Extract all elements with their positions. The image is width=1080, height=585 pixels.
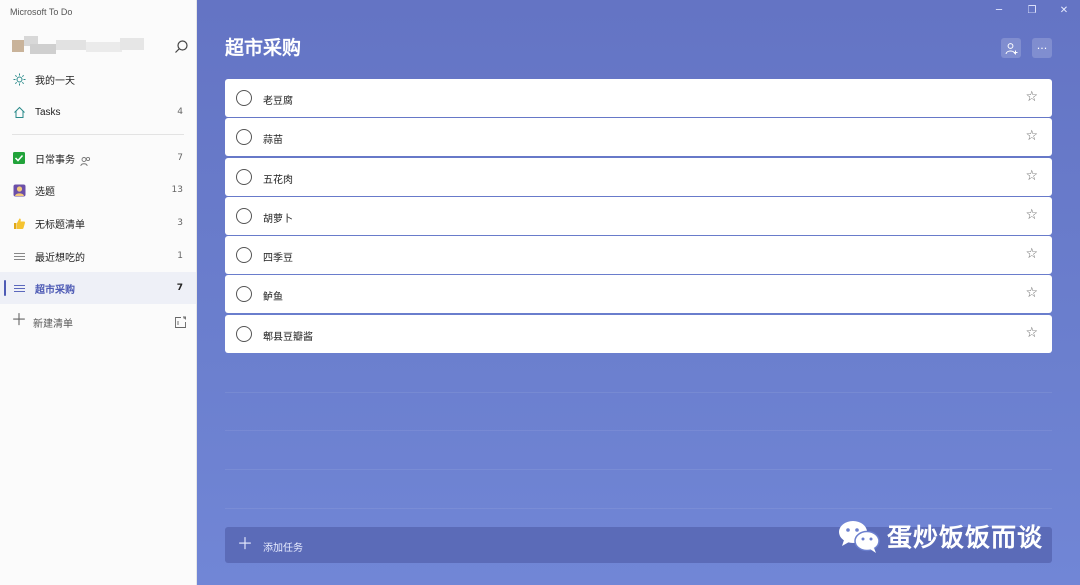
sidebar-item-label: 日常事务	[35, 154, 75, 166]
complete-checkbox[interactable]	[236, 325, 252, 342]
complete-checkbox[interactable]	[236, 90, 252, 106]
task-row[interactable]: 鲈鱼 ☆	[225, 275, 1052, 314]
add-task-input[interactable]: ＋ 添加任务	[225, 527, 1052, 563]
plus-icon: ＋	[11, 310, 28, 329]
active-indicator	[4, 280, 6, 296]
task-row[interactable]: 蒜苗 ☆	[225, 118, 1052, 157]
home-icon	[12, 105, 26, 119]
list-title[interactable]: 超市采购	[225, 33, 301, 60]
minimize-button[interactable]: ─	[992, 4, 1006, 18]
ruled-line	[225, 392, 1052, 393]
sidebar-item-label: 超市采购	[35, 284, 75, 296]
sidebar-item-count: 1	[177, 251, 183, 261]
person-emoji-icon	[12, 183, 26, 197]
task-title: 老豆腐	[263, 96, 293, 107]
task-title: 四季豆	[263, 253, 293, 265]
star-icon[interactable]: ☆	[1025, 207, 1038, 223]
sidebar-divider	[12, 134, 184, 135]
sidebar-item-count: 7	[177, 153, 183, 163]
shared-people-icon	[80, 152, 91, 171]
plus-icon: ＋	[237, 534, 254, 553]
task-row[interactable]: 四季豆 ☆	[225, 236, 1052, 275]
task-title: 蒜苗	[263, 135, 283, 147]
thumbs-up-icon	[12, 216, 26, 230]
new-group-icon	[175, 316, 186, 328]
star-icon[interactable]: ☆	[1025, 325, 1038, 341]
task-title: 鲈鱼	[263, 292, 283, 304]
task-list: 老豆腐 ☆ 蒜苗 ☆ 五花肉 ☆ 胡萝卜 ☆ 四季豆 ☆ 鲈鱼 ☆ 郫县豆瓣酱 …	[225, 79, 1052, 354]
sidebar-item-count: 13	[171, 185, 183, 195]
more-options-button[interactable]: ···	[1032, 38, 1052, 58]
add-task-placeholder: 添加任务	[263, 543, 303, 554]
sidebar-item-label: Tasks	[35, 106, 61, 118]
sidebar-item-recent-foods[interactable]: 最近想吃的 1	[0, 240, 196, 272]
sidebar-item-label: 无标题清单	[35, 219, 85, 231]
sidebar-item-label: 我的一天	[35, 75, 75, 87]
add-person-icon	[1005, 42, 1017, 54]
task-row[interactable]: 五花肉 ☆	[225, 157, 1052, 196]
app-title: Microsoft To Do	[10, 7, 73, 17]
task-row[interactable]: 老豆腐 ☆	[225, 79, 1052, 117]
sidebar-item-tasks[interactable]: Tasks 4	[0, 96, 196, 128]
sun-icon	[12, 72, 26, 86]
new-list-button[interactable]: ＋ 新建清单	[0, 306, 196, 336]
search-icon	[175, 40, 188, 53]
sidebar-item-topics[interactable]: 选题 13	[0, 174, 196, 206]
complete-checkbox[interactable]	[236, 207, 252, 224]
list-lines-icon	[12, 249, 26, 263]
ruled-line	[225, 469, 1052, 470]
complete-checkbox[interactable]	[236, 129, 252, 146]
ruled-line	[225, 430, 1052, 431]
search-button[interactable]	[172, 38, 190, 56]
account-avatar[interactable]	[8, 34, 148, 58]
star-icon[interactable]: ☆	[1025, 246, 1038, 262]
more-icon: ···	[1036, 41, 1048, 55]
close-button[interactable]: ✕	[1057, 4, 1071, 18]
complete-checkbox[interactable]	[236, 286, 252, 303]
main-pane: ─ ❐ ✕ 超市采购 ··· 老豆腐 ☆ 蒜苗 ☆ 五花肉 ☆ 胡萝卜 ☆ 四季…	[197, 0, 1080, 585]
check-box-icon	[12, 151, 26, 165]
task-title: 五花肉	[263, 174, 293, 186]
sidebar-item-label: 选题	[35, 186, 55, 198]
task-title: 郫县豆瓣酱	[263, 331, 313, 343]
new-group-button[interactable]	[174, 314, 187, 328]
list-lines-icon	[12, 281, 26, 295]
complete-checkbox[interactable]	[236, 247, 252, 264]
sidebar: Microsoft To Do 我的一天 Tasks 4 日常事务 7 选题 1…	[0, 0, 197, 585]
task-title: 胡萝卜	[263, 213, 293, 225]
star-icon[interactable]: ☆	[1025, 285, 1038, 301]
sidebar-item-count: 7	[176, 283, 183, 293]
sidebar-item-untitled-list[interactable]: 无标题清单 3	[0, 207, 196, 239]
share-list-button[interactable]	[1001, 38, 1021, 58]
star-icon[interactable]: ☆	[1025, 89, 1038, 105]
sidebar-item-my-day[interactable]: 我的一天	[0, 63, 196, 95]
star-icon[interactable]: ☆	[1025, 168, 1038, 184]
ruled-line	[225, 508, 1052, 509]
restore-button[interactable]: ❐	[1025, 4, 1039, 18]
complete-checkbox[interactable]	[236, 168, 252, 185]
sidebar-item-supermarket[interactable]: 超市采购 7	[0, 272, 196, 304]
sidebar-item-count: 3	[177, 218, 183, 228]
task-row[interactable]: 胡萝卜 ☆	[225, 196, 1052, 235]
new-list-label: 新建清单	[33, 319, 73, 330]
sidebar-item-label: 最近想吃的	[35, 252, 85, 264]
star-icon[interactable]: ☆	[1025, 128, 1038, 144]
task-row[interactable]: 郫县豆瓣酱 ☆	[225, 314, 1052, 353]
sidebar-item-count: 4	[177, 107, 183, 117]
sidebar-item-daily[interactable]: 日常事务 7	[0, 142, 196, 174]
